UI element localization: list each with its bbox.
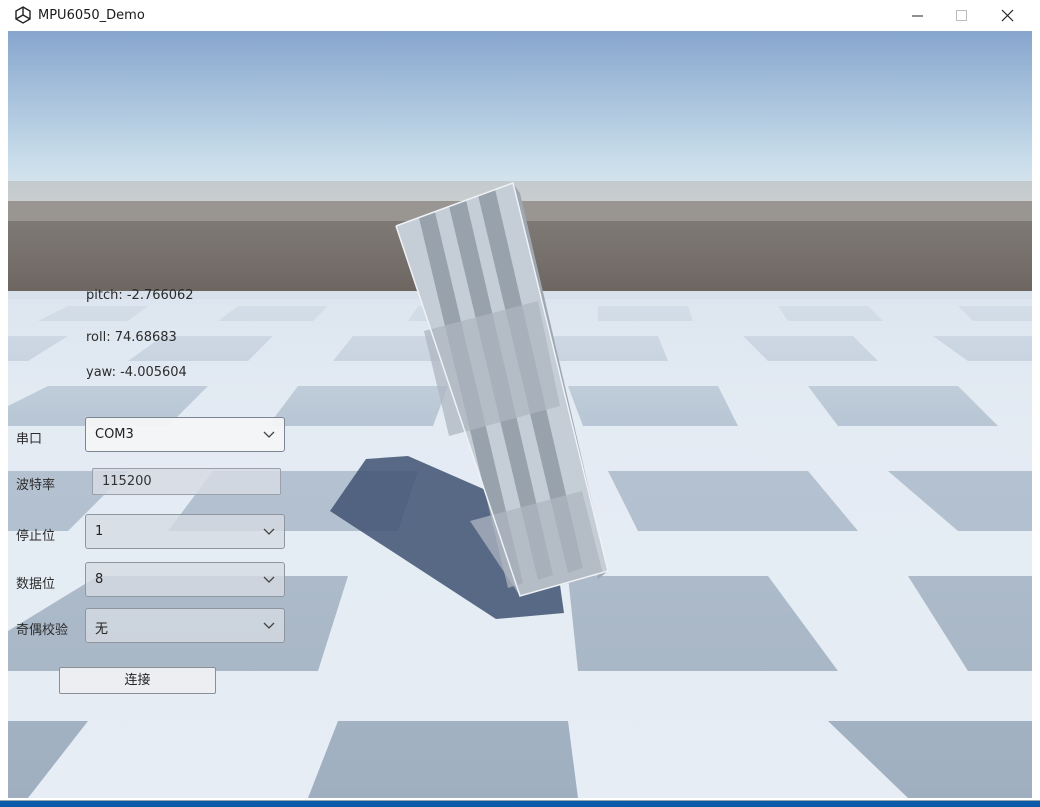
chevron-down-icon bbox=[263, 622, 275, 629]
port-value: COM3 bbox=[95, 427, 134, 442]
minimize-icon bbox=[912, 15, 923, 17]
title-bar[interactable]: MPU6050_Demo bbox=[0, 0, 1040, 31]
port-dropdown[interactable]: COM3 bbox=[85, 417, 285, 452]
pitch-readout: pitch: -2.766062 bbox=[86, 288, 194, 303]
stopbits-value: 1 bbox=[95, 524, 104, 539]
parity-label: 奇偶校验 bbox=[16, 623, 69, 638]
stopbits-dropdown[interactable]: 1 bbox=[85, 514, 285, 549]
databits-dropdown[interactable]: 8 bbox=[85, 562, 285, 597]
minimize-button[interactable] bbox=[896, 0, 942, 31]
roll-readout: roll: 74.68683 bbox=[86, 330, 177, 345]
close-button[interactable] bbox=[986, 0, 1032, 31]
chevron-down-icon bbox=[263, 431, 275, 438]
baud-value: 115200 bbox=[102, 474, 152, 489]
baud-rate-field[interactable]: 115200 bbox=[92, 468, 281, 495]
databits-value: 8 bbox=[95, 572, 104, 587]
maximize-icon bbox=[956, 10, 967, 21]
databits-label: 数据位 bbox=[16, 577, 56, 592]
maximize-button[interactable] bbox=[940, 0, 986, 31]
parity-value: 无 bbox=[95, 622, 109, 637]
yaw-readout: yaw: -4.005604 bbox=[86, 365, 187, 380]
chevron-down-icon bbox=[263, 528, 275, 535]
parity-dropdown[interactable]: 无 bbox=[85, 608, 285, 643]
port-label: 串口 bbox=[16, 432, 43, 447]
app-window: MPU6050_Demo pitch: -2.766062 roll: 74.6… bbox=[0, 0, 1040, 800]
stopbits-label: 停止位 bbox=[16, 529, 56, 544]
window-title: MPU6050_Demo bbox=[38, 8, 145, 23]
unity-icon bbox=[15, 6, 31, 24]
chevron-down-icon bbox=[263, 576, 275, 583]
close-icon bbox=[1001, 9, 1014, 22]
connect-button[interactable]: 连接 bbox=[59, 667, 216, 694]
game-viewport[interactable]: pitch: -2.766062 roll: 74.68683 yaw: -4.… bbox=[8, 31, 1032, 798]
baud-label: 波特率 bbox=[16, 478, 56, 493]
